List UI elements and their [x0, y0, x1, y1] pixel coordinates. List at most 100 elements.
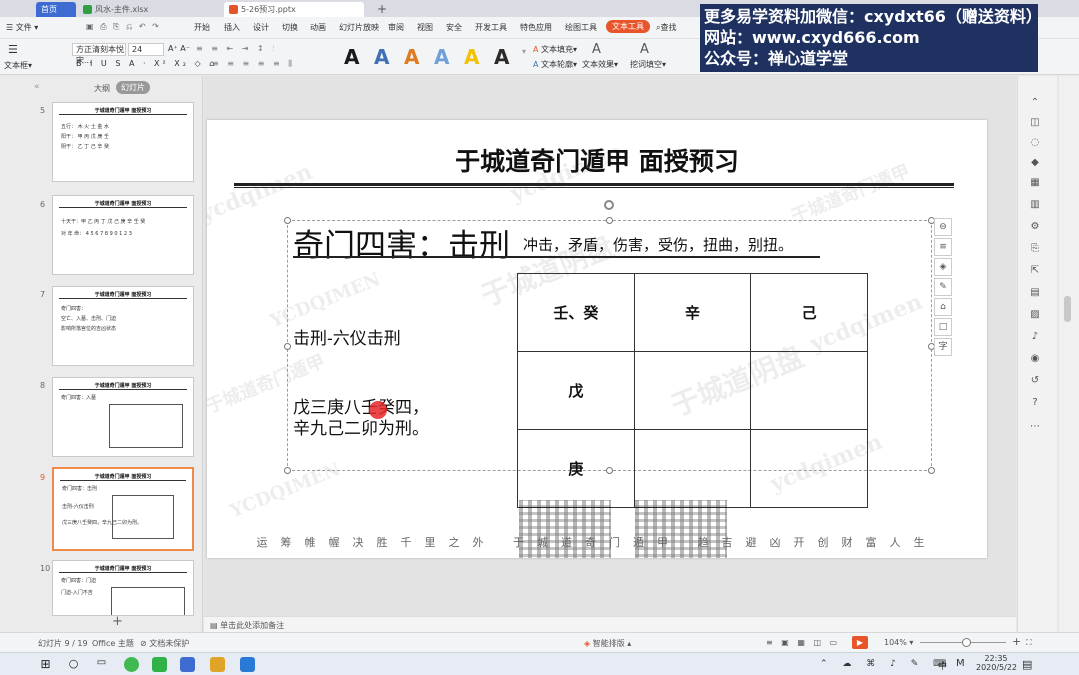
grid-cell[interactable] [750, 429, 868, 508]
text-style-1[interactable]: A [344, 45, 359, 69]
text-style-4[interactable]: A [434, 45, 449, 69]
pin-icon[interactable]: ⌃ [1028, 96, 1042, 110]
grid-cell[interactable] [633, 429, 752, 508]
grid-cell[interactable]: 辛 [633, 273, 752, 352]
font-format-buttons[interactable]: B I U S A · X² X₂ ◇ ⌂ [76, 59, 217, 68]
text-fill-button[interactable]: A 文本填充▾ [533, 44, 577, 55]
slide-thumbnail-5[interactable]: 于城道奇门遁甲 面授预习 五行： 木 火 土 金 水 阳干： 甲 丙 戊 庚 壬… [52, 102, 194, 182]
font-grow-shrink-buttons[interactable]: A⁺ A⁻ [168, 44, 190, 53]
text-style-icon[interactable]: ≌ [934, 238, 952, 256]
text-style-5[interactable]: A [464, 45, 479, 69]
layers-icon[interactable]: ◈ [934, 258, 952, 276]
help-icon[interactable]: ? [1028, 396, 1042, 410]
menu-drawing-tools[interactable]: 绘图工具 [565, 22, 597, 33]
layout-icon[interactable]: ▦ [1028, 176, 1042, 190]
scroll-thumb[interactable] [1064, 296, 1071, 322]
file-explorer-icon[interactable] [210, 657, 225, 672]
slide-thumbnail-10[interactable]: 于城道奇门遁甲 面授预习 奇门四害：门迫 门迫-入门不吉 [52, 560, 194, 616]
chart-icon[interactable]: ▥ [1028, 198, 1042, 212]
menu-insert[interactable]: 插入 [224, 22, 240, 33]
fill-icon[interactable]: ⌂ [934, 298, 952, 316]
slide-thumbnail-7[interactable]: 于城道奇门遁甲 面授预习 奇门四害： 空亡、入墓、击刑、门迫 影响所落宫位的吉凶… [52, 286, 194, 366]
slides-tab[interactable]: 幻灯片 [116, 81, 150, 94]
zoom-in-icon[interactable]: + [1012, 635, 1021, 648]
export-icon[interactable]: ⎘ [1028, 242, 1042, 256]
rotate-handle[interactable] [604, 200, 614, 210]
slide-title[interactable]: 于城道奇门遁甲 面授预习 [207, 142, 987, 178]
zoom-level[interactable]: 104% ▾ [884, 638, 913, 647]
template-icon[interactable]: ▤ [1028, 286, 1042, 300]
grid-cell[interactable] [633, 351, 752, 430]
slide-thumbnail-9-selected[interactable]: 于城道奇门遁甲 面授预习 奇门四害：击刑 击刑-六仪击刑 戊三庚八壬癸四，辛九己… [52, 467, 194, 551]
more-icon[interactable]: ⋯ [1028, 420, 1042, 434]
form-fill-button[interactable]: 挖词填空▾ [630, 59, 666, 70]
quick-access-icons[interactable]: ▣ ⎙ ⎘ ⎌ ↶ ↷ [86, 22, 161, 32]
play-slideshow-button[interactable]: ▶ [852, 636, 868, 649]
menu-text-tool[interactable]: 文本工具 [606, 20, 650, 33]
pen-icon[interactable]: ✎ [934, 278, 952, 296]
collapse-panel-icon[interactable]: « [34, 82, 40, 92]
font-icon[interactable]: 字 [934, 338, 952, 356]
browser-icon[interactable] [124, 657, 139, 672]
cloud-app-icon[interactable] [240, 657, 255, 672]
outline-tab[interactable]: 大纲 [94, 83, 110, 94]
font-name-select[interactable]: 方正清刻本悦宋... [72, 43, 126, 65]
current-slide[interactable]: ycdqimen ycdqimen 于城道奇门遁甲 YCDQIMEN 于城道奇门… [207, 120, 987, 558]
body-text-subtitle[interactable]: 击刑-六仪击刑 [293, 324, 401, 349]
tab-ppt[interactable]: 5-26预习.pptx [224, 2, 364, 17]
nine-palace-grid[interactable]: 壬、癸 辛 己 戊 庚 [517, 273, 868, 508]
grid-cell[interactable]: 戊 [517, 351, 635, 430]
font-size-select[interactable]: 24 [128, 43, 164, 56]
settings-icon[interactable]: ⚙ [1028, 220, 1042, 234]
text-style-6[interactable]: A [494, 45, 509, 69]
new-tab-button[interactable]: + [372, 2, 392, 17]
slide-thumbnail-6[interactable]: 于城道奇门遁甲 面授预习 十天干：甲 乙 丙 丁 戊 己 庚 辛 壬 癸 对 年… [52, 195, 194, 275]
text-style-2[interactable]: A [374, 45, 389, 69]
history-icon[interactable]: ↺ [1028, 374, 1042, 388]
menu-devtools[interactable]: 开发工具 [475, 22, 507, 33]
grid-cell[interactable]: 己 [750, 273, 868, 352]
view-mode-buttons[interactable]: ≡ ▣ ▦ ◫ ▭ [766, 638, 840, 647]
menu-home[interactable]: 开始 [194, 22, 210, 33]
collapse-toolbar-icon[interactable]: ⊖ [934, 218, 952, 236]
slide-thumbnail-8[interactable]: 于城道奇门遁甲 面授预习 奇门四害：入墓 [52, 377, 194, 457]
menu-transition[interactable]: 切换 [282, 22, 298, 33]
grid-cell[interactable]: 壬、癸 [517, 273, 635, 352]
ime-indicator[interactable]: 中 [938, 659, 947, 672]
fill-bucket-icon[interactable]: ◆ [1028, 156, 1042, 170]
text-style-3[interactable]: A [404, 45, 419, 69]
notification-icon[interactable]: ▤ [1022, 658, 1032, 671]
search-button[interactable]: ⌕查找 [656, 22, 676, 33]
resize-handle[interactable] [928, 467, 935, 474]
windows-start-icon[interactable]: ⊞ [38, 657, 53, 672]
text-outline-button[interactable]: A 文本轮廓▾ [533, 59, 577, 70]
menu-security[interactable]: 安全 [446, 22, 462, 33]
text-effect-button[interactable]: 文本效果▾ [582, 59, 618, 70]
ime-mode-icon[interactable]: M [956, 658, 965, 669]
alignment-buttons[interactable]: ≡ ≡ ≡ ≡ ≡ ⫼ [212, 59, 295, 69]
menu-file[interactable]: ☰ 文件 ▾ [6, 22, 38, 33]
add-slide-button[interactable]: + [112, 614, 123, 629]
menu-review[interactable]: 审阅 [388, 22, 404, 33]
search-icon[interactable]: ○ [66, 657, 81, 672]
section-heading[interactable]: 奇门四害：击刑 [293, 220, 510, 265]
zoom-slider-thumb[interactable] [962, 638, 971, 647]
shape-icon[interactable]: ◫ [1028, 116, 1042, 130]
menu-design[interactable]: 设计 [253, 22, 269, 33]
menu-animation[interactable]: 动画 [310, 22, 326, 33]
notes-placeholder[interactable]: ▤ 单击此处添加备注 [210, 620, 284, 631]
record-icon[interactable]: ◉ [1028, 352, 1042, 366]
tab-excel[interactable]: 风水-主件.xlsx [78, 2, 218, 17]
paragraph-format-buttons[interactable]: ≡ ≡ ⇤ ⇥ ↕ ⫶ [196, 44, 277, 54]
system-tray-icons[interactable]: ⌃ ☁ ⌘ ♪ ✎ ⌨ [820, 659, 952, 669]
wechat-icon[interactable] [152, 657, 167, 672]
grid-cell[interactable]: 庚 [517, 429, 635, 508]
menu-slideshow[interactable]: 幻灯片放映 [339, 22, 379, 33]
resize-handle[interactable] [284, 467, 291, 474]
notes-pane[interactable]: ▤ 单击此处添加备注 [204, 616, 1016, 632]
image-icon[interactable]: ▨ [1028, 308, 1042, 322]
share-icon[interactable]: ⇱ [1028, 264, 1042, 278]
resize-handle[interactable] [606, 217, 613, 224]
object-icon[interactable]: ◌ [1028, 136, 1042, 150]
grid-cell[interactable] [750, 351, 868, 430]
